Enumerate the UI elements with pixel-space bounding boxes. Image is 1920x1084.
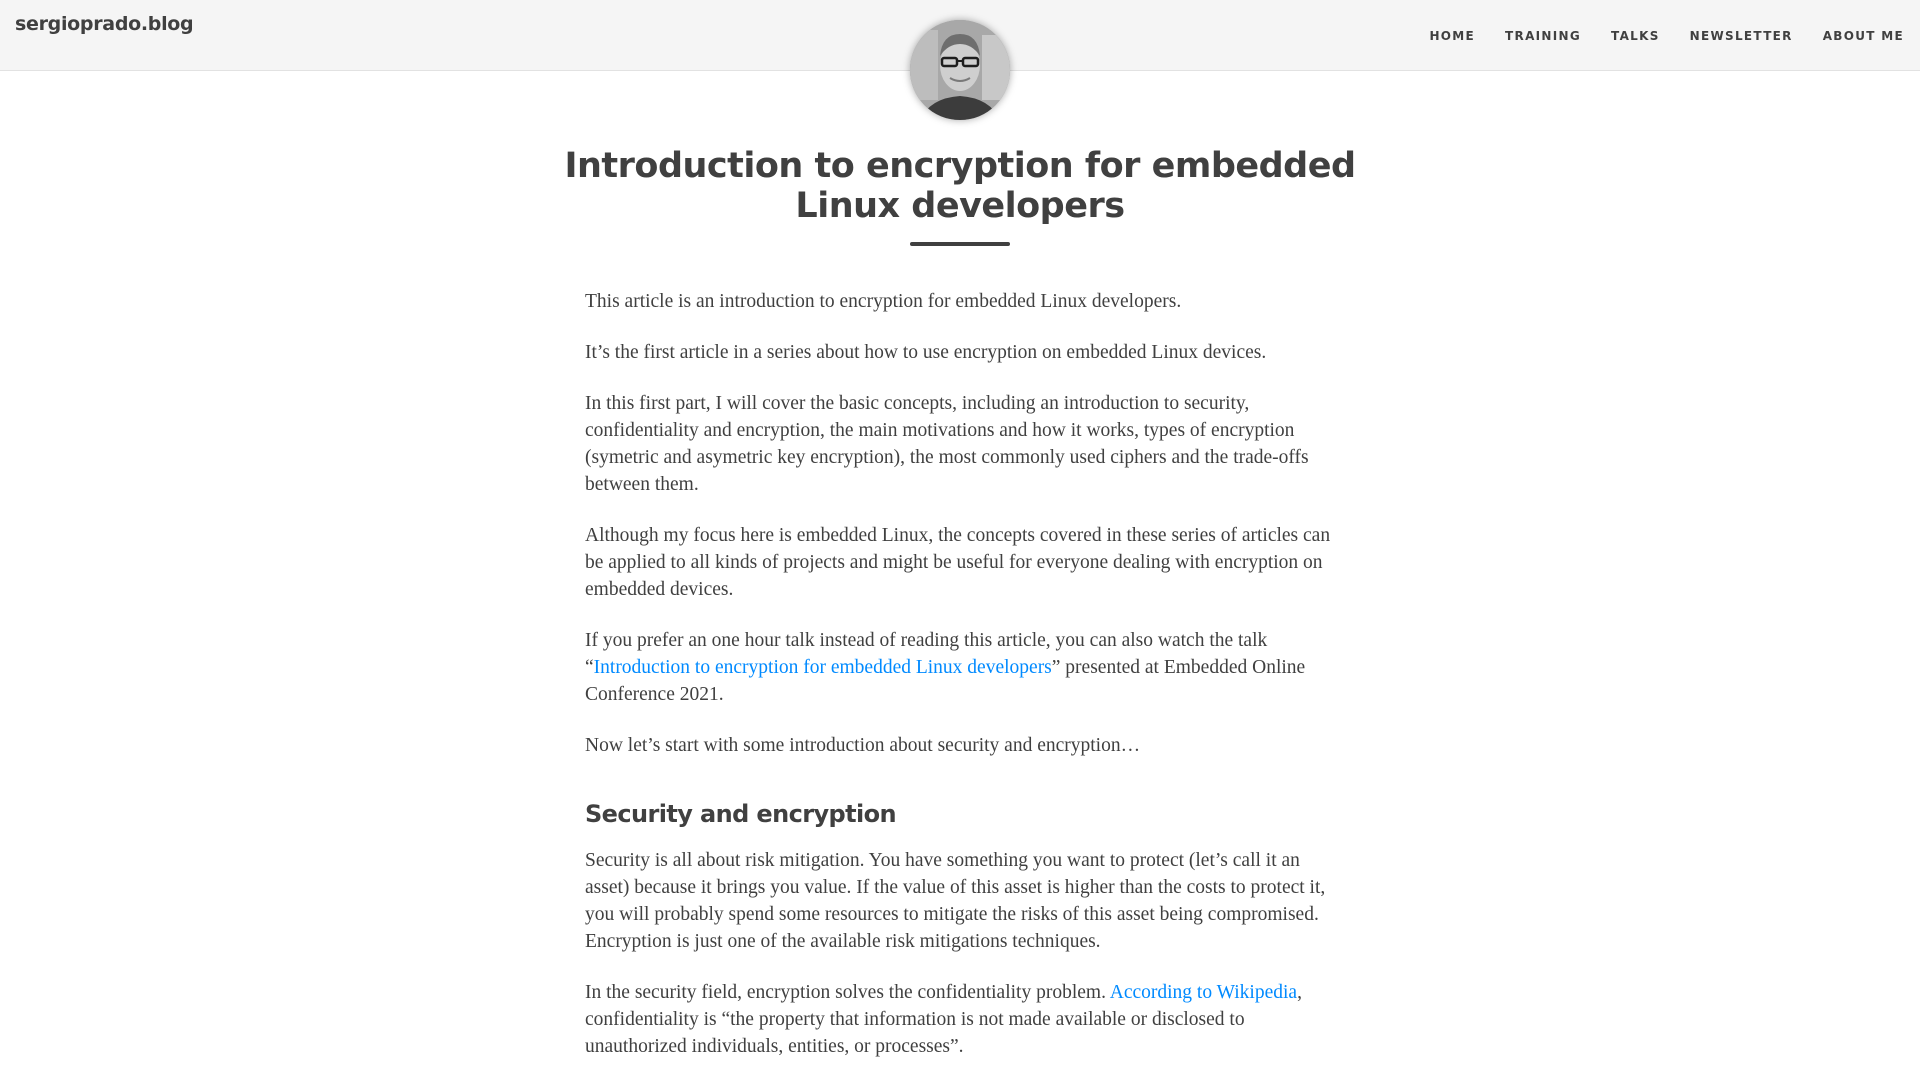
nav-item-newsletter: Newsletter bbox=[1690, 27, 1793, 45]
paragraph-text: This article is an introduction to encry… bbox=[585, 291, 1182, 312]
article-body: This article is an introduction to encry… bbox=[585, 288, 1340, 1084]
intro-section: This article is an introduction to encry… bbox=[585, 288, 1340, 759]
paragraph: In this first part, I will cover the bas… bbox=[585, 390, 1340, 498]
nav-item-training: Training bbox=[1505, 27, 1581, 45]
paragraph: Now let’s start with some introduction a… bbox=[585, 732, 1340, 759]
paragraph-text: Now let’s start with some introduction a… bbox=[585, 735, 1141, 756]
nav-link-about-me[interactable]: About Me bbox=[1823, 29, 1904, 43]
section-heading: Security and encryption bbox=[585, 800, 897, 828]
paragraph: It’s the first article in a series about… bbox=[585, 339, 1340, 366]
nav-link-home[interactable]: Home bbox=[1429, 29, 1475, 43]
nav-item-about-me: About Me bbox=[1823, 27, 1904, 45]
post-heading: Introduction to encryption for embedded … bbox=[560, 146, 1360, 246]
author-avatar[interactable] bbox=[910, 20, 1010, 120]
nav-link-training[interactable]: Training bbox=[1505, 29, 1581, 43]
paragraph: Although my focus here is embedded Linux… bbox=[585, 522, 1340, 603]
inline-link[interactable]: Introduction to encryption for embedded … bbox=[594, 657, 1052, 678]
paragraph: Security is all about risk mitigation. Y… bbox=[585, 847, 1340, 955]
title-divider bbox=[910, 242, 1010, 246]
inline-link[interactable]: According to Wikipedia bbox=[1110, 982, 1297, 1003]
paragraph-text: It’s the first article in a series about… bbox=[585, 342, 1267, 363]
post-title: Introduction to encryption for embedded … bbox=[564, 146, 1356, 226]
main-nav: Home Training Talks Newsletter About Me bbox=[1399, 27, 1904, 45]
nav-link-talks[interactable]: Talks bbox=[1611, 29, 1660, 43]
paragraph: If you prefer an one hour talk instead o… bbox=[585, 627, 1340, 708]
nav-link-newsletter[interactable]: Newsletter bbox=[1690, 29, 1793, 43]
paragraph-text: Although my focus here is embedded Linux… bbox=[585, 525, 1331, 600]
paragraph-text: In the security field, encryption solves… bbox=[585, 982, 1110, 1003]
paragraph: In the security field, encryption solves… bbox=[585, 979, 1340, 1060]
paragraph: This article is an introduction to encry… bbox=[585, 288, 1340, 315]
brand-link[interactable]: sergioprado.blog bbox=[15, 13, 194, 35]
nav-item-home: Home bbox=[1429, 27, 1475, 45]
paragraph-text: In this first part, I will cover the bas… bbox=[585, 393, 1309, 495]
security-section: Security is all about risk mitigation. Y… bbox=[585, 847, 1340, 1060]
paragraph-text: Security is all about risk mitigation. Y… bbox=[585, 850, 1326, 952]
nav-item-talks: Talks bbox=[1611, 27, 1660, 45]
avatar-photo-icon bbox=[910, 20, 1010, 120]
